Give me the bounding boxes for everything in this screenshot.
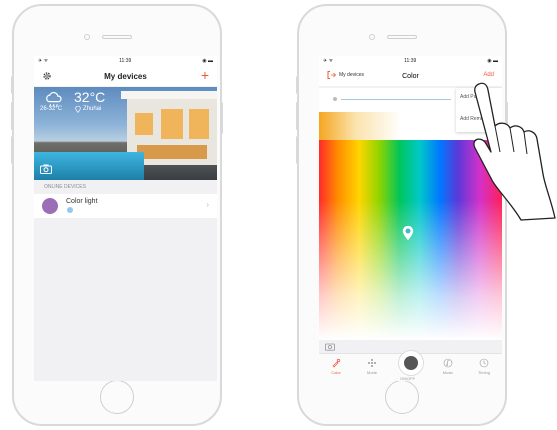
tab-mode[interactable]: Mode	[357, 358, 387, 375]
tab-color[interactable]: Color	[321, 358, 351, 375]
clock-icon	[479, 358, 489, 368]
mode-icon	[368, 359, 376, 367]
camera-icon[interactable]	[40, 164, 52, 174]
battery-icon: ◉ ▬	[202, 58, 213, 64]
status-bar: ✈ ᯤ 11:39 ◉ ▬	[319, 56, 502, 66]
signal-icon: ✈ ᯤ	[38, 58, 49, 64]
battery-icon: ◉ ▬	[487, 58, 498, 64]
page-title: My devices	[104, 71, 147, 81]
tab-label: ON/OFF	[400, 376, 416, 381]
tab-label: Music	[442, 370, 454, 375]
page-title: Color	[402, 72, 419, 80]
front-camera	[84, 34, 90, 40]
mute-switch	[296, 76, 299, 94]
status-time: 11:39	[119, 58, 132, 64]
device-name: Color light	[66, 198, 98, 205]
left-screen: ✈ ᯤ 11:39 ◉ ▬ My devices + 32°C 26-32°C …	[34, 56, 217, 381]
add-button[interactable]: Add	[483, 72, 494, 78]
brightness-slider[interactable]	[341, 99, 451, 100]
earpiece-speaker	[102, 35, 132, 39]
status-time: 11:39	[404, 58, 417, 64]
color-icon	[332, 358, 341, 368]
list-item[interactable]: Color light ›	[34, 194, 217, 218]
chevron-right-icon: ›	[206, 200, 209, 209]
power-button	[220, 102, 223, 134]
home-button[interactable]	[100, 380, 134, 414]
nav-bar: My devices +	[34, 66, 217, 86]
brightness-icon	[333, 97, 337, 101]
device-avatar	[42, 198, 58, 214]
volume-down-button	[296, 136, 299, 164]
tab-music[interactable]: Music	[433, 358, 463, 375]
tab-bar: Color Mode ON/OFF Music Timing	[319, 350, 502, 381]
color-picker-pin-icon[interactable]	[402, 226, 414, 241]
mute-switch	[11, 76, 14, 94]
gear-icon[interactable]	[42, 71, 52, 81]
status-bar: ✈ ᯤ 11:39 ◉ ▬	[34, 56, 217, 66]
tab-label: Color	[331, 370, 341, 375]
volume-up-button	[11, 102, 14, 130]
music-icon	[443, 358, 453, 368]
temperature-range: 26-32°C	[40, 106, 63, 112]
volume-up-button	[296, 102, 299, 130]
tab-timing[interactable]: Timing	[469, 358, 499, 375]
left-phone-frame: ✈ ᯤ 11:39 ◉ ▬ My devices + 32°C 26-32°C …	[11, 4, 223, 426]
section-header: ONLINE DEVICES	[44, 184, 86, 190]
earpiece-speaker	[387, 35, 417, 39]
volume-down-button	[11, 136, 14, 164]
signal-icon: ✈ ᯤ	[323, 58, 334, 64]
tab-label: Timing	[478, 370, 490, 375]
power-icon	[404, 356, 418, 370]
location-pin-icon	[75, 106, 81, 113]
weather-banner: 32°C 26-32°C Zhuhai	[34, 87, 217, 180]
front-camera	[369, 34, 375, 40]
back-icon[interactable]	[327, 70, 337, 80]
home-button[interactable]	[385, 380, 419, 414]
back-button-label[interactable]: My devices	[339, 72, 364, 78]
add-device-button[interactable]: +	[201, 68, 209, 82]
city-name: Zhuhai	[83, 106, 102, 112]
camera-icon[interactable]	[325, 342, 335, 351]
device-status-dot	[67, 207, 73, 213]
power-button[interactable]	[398, 350, 424, 376]
temperature: 32°C	[74, 89, 106, 105]
tab-label: Mode	[366, 370, 377, 375]
pointing-hand-illustration	[473, 82, 556, 221]
